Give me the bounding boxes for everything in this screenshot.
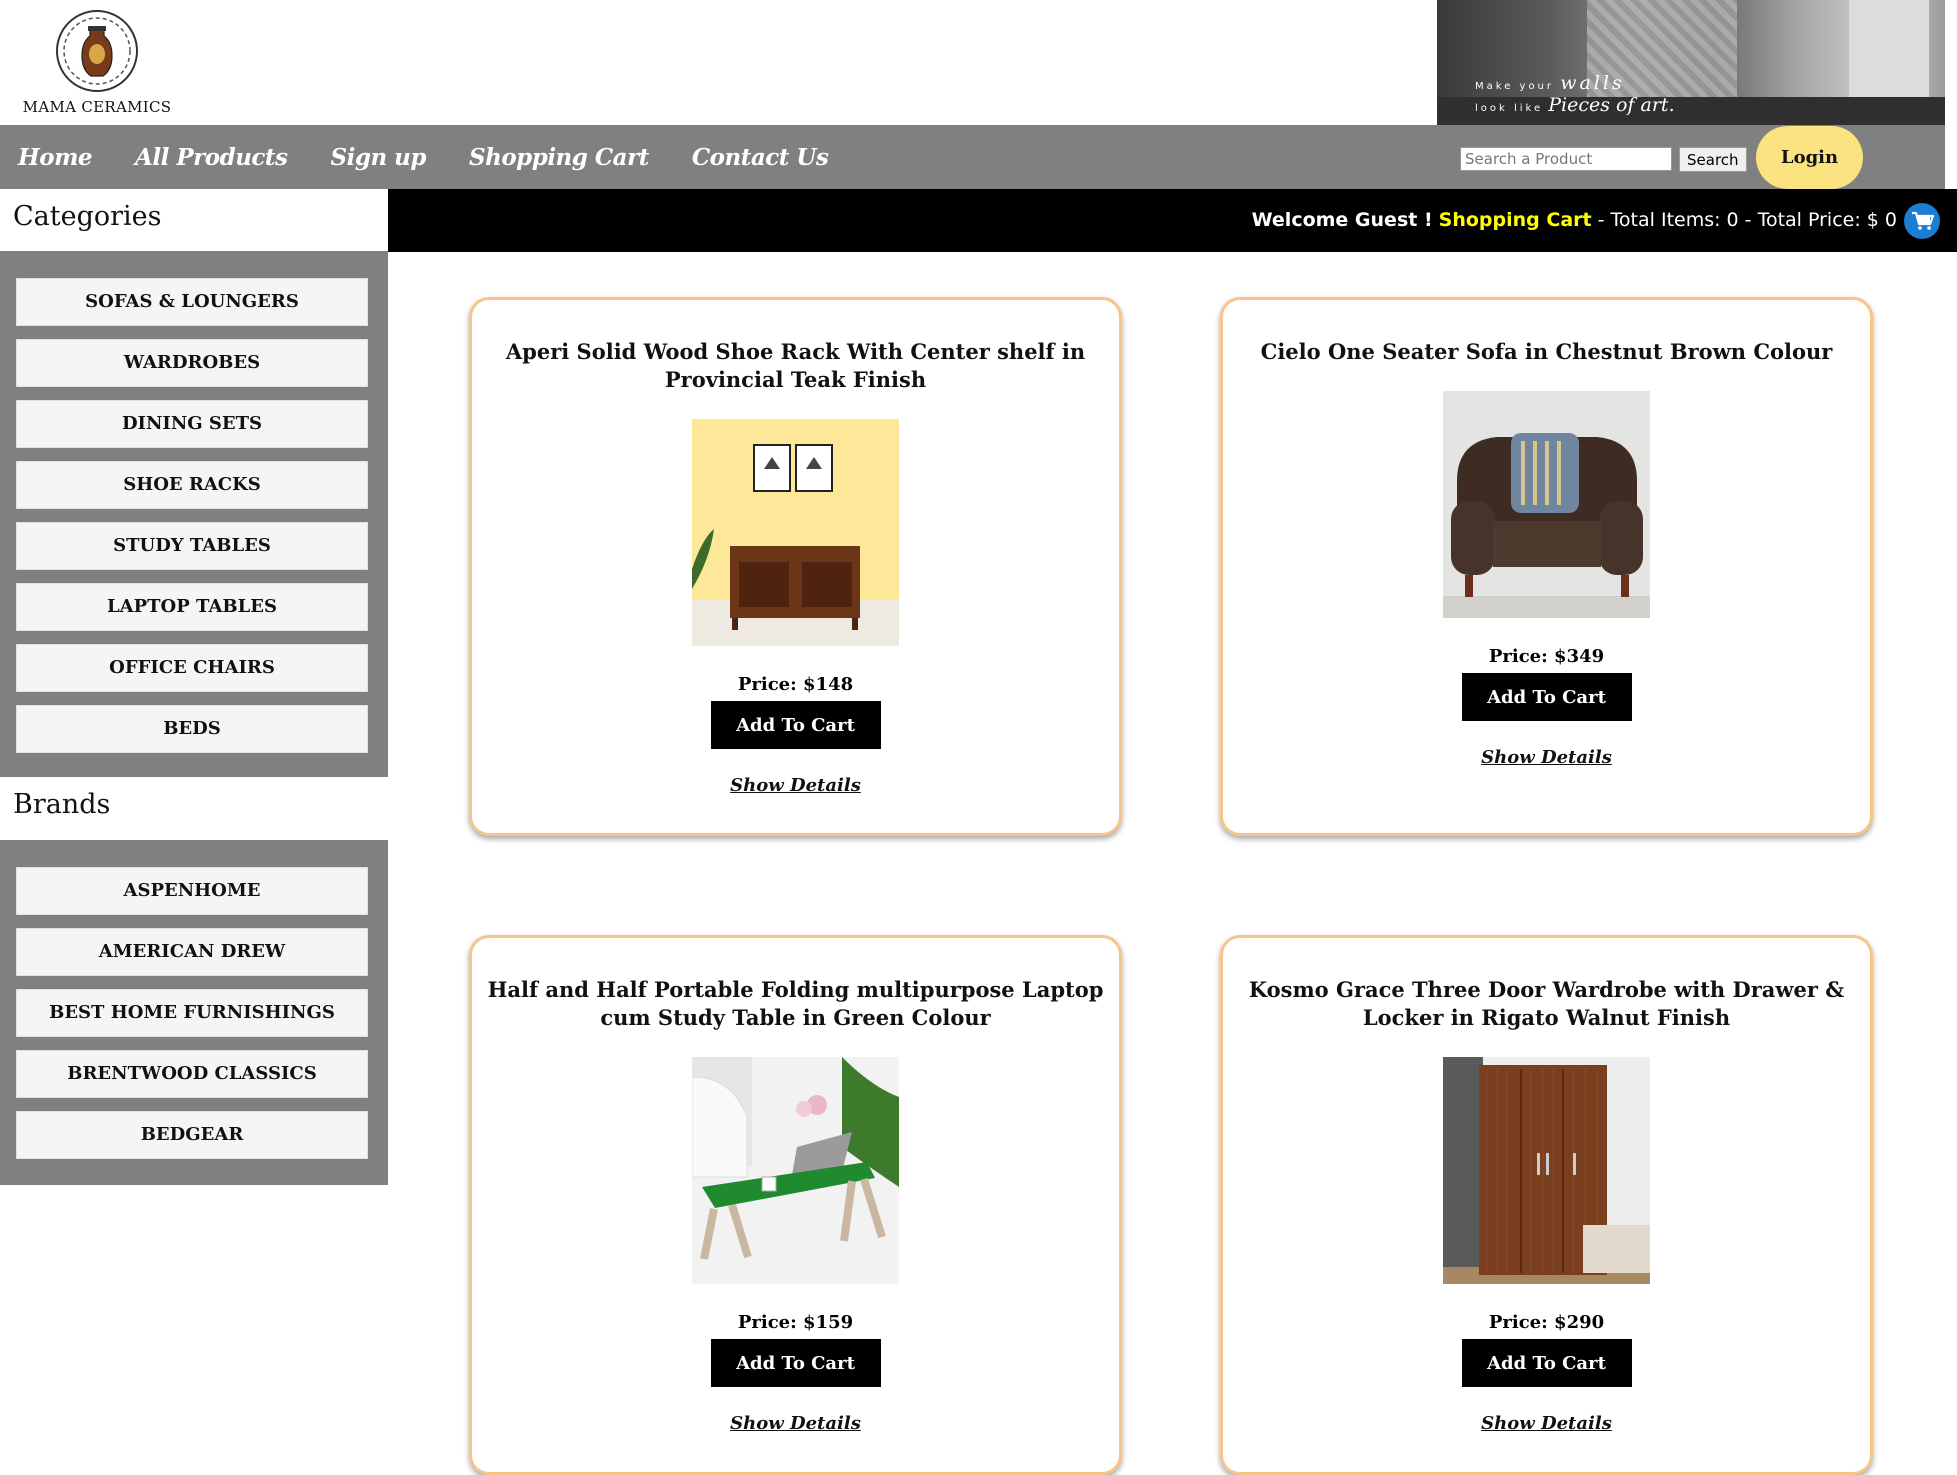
welcome-bar: Welcome Guest ! Shopping Cart - Total It… bbox=[388, 189, 1957, 252]
welcome-greeting: Welcome Guest ! bbox=[1251, 209, 1433, 231]
search-button[interactable]: Search bbox=[1679, 147, 1747, 172]
cart-icon[interactable] bbox=[1904, 203, 1940, 239]
product-title[interactable]: Half and Half Portable Folding multipurp… bbox=[486, 976, 1106, 1032]
product-price: Price: $349 bbox=[1488, 646, 1605, 667]
categories-heading: Categories bbox=[0, 189, 388, 251]
brand-best-home-furnishings[interactable]: BEST HOME FURNISHINGS bbox=[16, 989, 368, 1037]
product-card: Kosmo Grace Three Door Wardrobe with Dra… bbox=[1220, 935, 1873, 1475]
product-title[interactable]: Kosmo Grace Three Door Wardrobe with Dra… bbox=[1237, 976, 1857, 1032]
categories-list: SOFAS & LOUNGERS WARDROBES DINING SETS S… bbox=[0, 251, 388, 777]
site-header: MAMA CERAMICS Make your walls look like … bbox=[0, 0, 1957, 125]
nav-all-products[interactable]: All Products bbox=[135, 144, 288, 171]
wardrobe-image bbox=[1443, 1057, 1650, 1284]
category-dining-sets[interactable]: DINING SETS bbox=[16, 400, 368, 448]
show-details-link[interactable]: Show Details bbox=[472, 1413, 1119, 1434]
logo[interactable]: MAMA CERAMICS bbox=[22, 8, 172, 116]
cart-totals: - Total Items: 0 - Total Price: $ 0 bbox=[1597, 209, 1897, 231]
login-button[interactable]: Login bbox=[1756, 126, 1863, 189]
product-price: Price: $290 bbox=[1488, 1312, 1605, 1333]
category-beds[interactable]: BEDS bbox=[16, 705, 368, 753]
show-details-link[interactable]: Show Details bbox=[1223, 1413, 1870, 1434]
laptop-table-image bbox=[692, 1057, 899, 1284]
product-card: Cielo One Seater Sofa in Chestnut Brown … bbox=[1220, 297, 1873, 836]
category-laptop-tables[interactable]: LAPTOP TABLES bbox=[16, 583, 368, 631]
product-card: Half and Half Portable Folding multipurp… bbox=[469, 935, 1122, 1475]
main-nav: Home All Products Sign up Shopping Cart … bbox=[0, 125, 1945, 189]
product-title[interactable]: Cielo One Seater Sofa in Chestnut Brown … bbox=[1237, 338, 1857, 366]
product-price: Price: $159 bbox=[737, 1312, 854, 1333]
add-to-cart-button[interactable]: Add To Cart bbox=[1461, 673, 1632, 721]
vase-logo-icon bbox=[56, 10, 138, 92]
add-to-cart-button[interactable]: Add To Cart bbox=[710, 1339, 881, 1387]
category-office-chairs[interactable]: OFFICE CHAIRS bbox=[16, 644, 368, 692]
category-sofas-loungers[interactable]: SOFAS & LOUNGERS bbox=[16, 278, 368, 326]
welcome-cart-link[interactable]: Shopping Cart bbox=[1439, 209, 1592, 231]
brand-brentwood-classics[interactable]: BRENTWOOD CLASSICS bbox=[16, 1050, 368, 1098]
brand-bedgear[interactable]: BEDGEAR bbox=[16, 1111, 368, 1159]
show-details-link[interactable]: Show Details bbox=[1223, 747, 1870, 768]
brand-american-drew[interactable]: AMERICAN DREW bbox=[16, 928, 368, 976]
brands-list: ASPENHOME AMERICAN DREW BEST HOME FURNIS… bbox=[0, 840, 388, 1185]
show-details-link[interactable]: Show Details bbox=[472, 775, 1119, 796]
nav-contact-us[interactable]: Contact Us bbox=[692, 144, 829, 171]
nav-home[interactable]: Home bbox=[18, 144, 93, 171]
nav-sign-up[interactable]: Sign up bbox=[331, 144, 427, 171]
product-card: Aperi Solid Wood Shoe Rack With Center s… bbox=[469, 297, 1122, 836]
add-to-cart-button[interactable]: Add To Cart bbox=[1461, 1339, 1632, 1387]
sofa-image bbox=[1443, 391, 1650, 618]
search-form: Search bbox=[1460, 147, 1747, 172]
product-image[interactable] bbox=[692, 419, 899, 646]
search-input[interactable] bbox=[1460, 147, 1672, 171]
promo-banner: Make your walls look like Pieces of art. bbox=[1437, 0, 1945, 125]
nav-shopping-cart[interactable]: Shopping Cart bbox=[469, 144, 649, 171]
banner-tagline: Make your walls look like Pieces of art. bbox=[1475, 72, 1675, 116]
category-wardrobes[interactable]: WARDROBES bbox=[16, 339, 368, 387]
brand-name: MAMA CERAMICS bbox=[22, 98, 172, 116]
category-study-tables[interactable]: STUDY TABLES bbox=[16, 522, 368, 570]
brands-heading: Brands bbox=[0, 777, 388, 839]
product-image[interactable] bbox=[1443, 391, 1650, 618]
product-image[interactable] bbox=[1443, 1057, 1650, 1284]
brand-aspenhome[interactable]: ASPENHOME bbox=[16, 867, 368, 915]
product-price: Price: $148 bbox=[737, 674, 854, 695]
add-to-cart-button[interactable]: Add To Cart bbox=[710, 701, 881, 749]
shoe-rack-image bbox=[692, 419, 899, 646]
category-shoe-racks[interactable]: SHOE RACKS bbox=[16, 461, 368, 509]
product-title[interactable]: Aperi Solid Wood Shoe Rack With Center s… bbox=[486, 338, 1106, 394]
product-image[interactable] bbox=[692, 1057, 899, 1284]
